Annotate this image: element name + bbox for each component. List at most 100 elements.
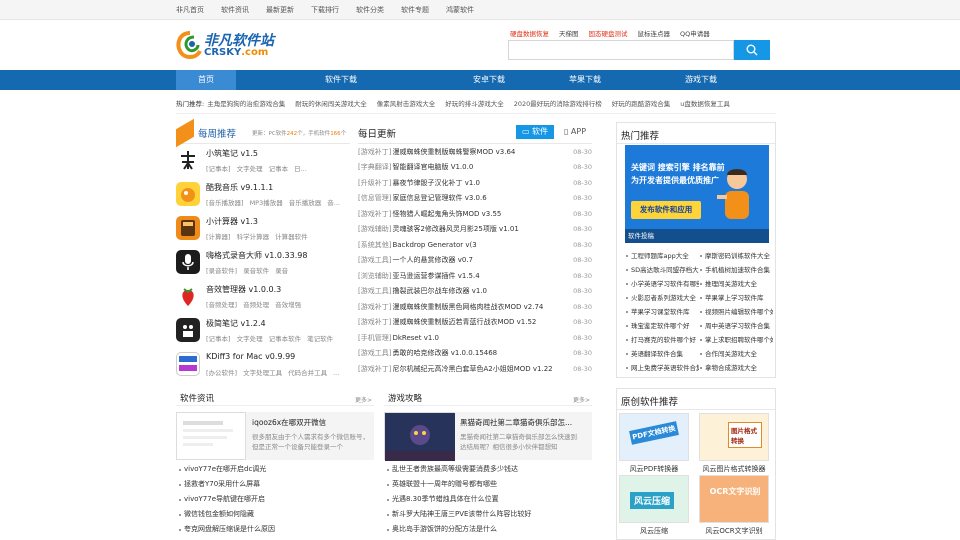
sidebar-link[interactable]: SD高达歌斗同盟存档大全 <box>625 263 699 277</box>
news-item[interactable]: vivoY77e导航键在哪开启 <box>176 492 374 507</box>
orig-card[interactable]: 图片格式转换 风云图片格式转换器 <box>699 413 769 474</box>
weekly-item-tags: [计算器] 科学计算器 计算器软件 <box>206 233 308 241</box>
daily-row[interactable]: [游戏工具] 撸裂武装巴尔战车修改器 v1.0 08-30 <box>358 284 592 300</box>
news-featured-title: iqooz6x在哪双开微信 <box>252 418 327 427</box>
daily-row[interactable]: [游戏辅助] 灵魂骇客2修改器风灵月影25项版 v1.01 08-30 <box>358 222 592 238</box>
sidebar-link[interactable]: 英语翻译软件合集 <box>625 347 699 361</box>
hot-link[interactable]: 主角是狗狗的治愈游戏合集 <box>207 98 285 108</box>
weekly-item[interactable]: 小筑笔记 v1.5 [记事本] 文字处理 记事本 日... <box>176 144 350 178</box>
guides-featured-desc: 黑猫奇闻社第二章猫奇俱乐部怎么快速到达结局呢？相信很多小伙伴都想知 <box>460 433 577 451</box>
hot-link[interactable]: u盘数据恢复工具 <box>680 98 730 108</box>
nav-home[interactable]: 首页 <box>176 70 236 90</box>
top-link-categories[interactable]: 软件分类 <box>356 5 384 15</box>
nav-software[interactable]: 软件下载 <box>306 70 376 90</box>
news-more-link[interactable]: 更多> <box>355 395 372 404</box>
hotlink-ssd-test[interactable]: 固态硬盘测试 <box>589 28 628 38</box>
sidebar-link[interactable]: 合作闯关游戏大全 <box>699 347 773 361</box>
site-logo[interactable]: 非凡软件站 CRSKY.com <box>176 27 276 63</box>
daily-row[interactable]: [游戏工具] 一个人的悬赏修改器 v0.7 08-30 <box>358 253 592 269</box>
guide-item[interactable]: 乱世王者贵族最高等级需要消费多少钱达 <box>384 462 592 477</box>
weekly-item[interactable]: 音效管理器 v1.0.0.3 [音频处理] 音频处理 音效增强 <box>176 280 350 314</box>
news-featured[interactable]: iqooz6x在哪双开微信 很多朋友由于个人需求有多个微信账号，但是正常一个设备… <box>176 412 374 460</box>
hot-link[interactable]: 好玩的排斗游戏大全 <box>445 98 504 108</box>
weekly-item[interactable]: 小计算器 v1.3 [计算器] 科学计算器 计算器软件 <box>176 212 350 246</box>
sidebar-link[interactable]: 周中英语学习软件合集 <box>699 319 773 333</box>
top-link-home[interactable]: 非凡首页 <box>176 5 204 15</box>
top-link-harmony[interactable]: 鸿蒙软件 <box>446 5 474 15</box>
promo-banner[interactable]: 关键词 搜索引擎 排名靠前 为开发者提供最优质推广 发布软件和应用 软件投稿 <box>625 145 769 243</box>
sidebar-link[interactable]: 视频照片编辑软件哪个好 <box>699 305 773 319</box>
orig-card-label: 风云PDF转换器 <box>629 465 679 473</box>
daily-row[interactable]: [手机管理] DkReset v1.0 08-30 <box>358 330 592 346</box>
sidebar-link[interactable]: 苹果掌上学习软件库 <box>699 291 773 305</box>
tab-software[interactable]: ▭ 软件 <box>516 125 554 139</box>
weekly-item[interactable]: KDiff3 for Mac v0.9.99 [办公软件] 文字处理工具 代码合并工… <box>176 348 350 382</box>
daily-row[interactable]: [游戏补丁] 漫威蜘蛛侠重制版迈若青蓝行战衣MOD v1.52 08-30 <box>358 315 592 331</box>
sidebar-link[interactable]: 拿物合成游戏大全 <box>699 361 773 375</box>
top-link-topics[interactable]: 软件专题 <box>401 5 429 15</box>
sidebar-link[interactable]: 网上免费学英语软件合集 <box>625 361 699 375</box>
sidebar-link[interactable]: 苹果学习课堂软件库 <box>625 305 699 319</box>
orig-card[interactable]: PDF文档转换 风云PDF转换器 <box>619 413 689 474</box>
sidebar-link[interactable]: 掌上求职招聘软件哪个好 <box>699 333 773 347</box>
top-link-news[interactable]: 软件资讯 <box>221 5 249 15</box>
hot-link[interactable]: 好玩的跑酷游戏合集 <box>612 98 671 108</box>
nav-android[interactable]: 安卓下载 <box>454 70 524 90</box>
guides-featured[interactable]: 黑猫奇闻社第二章猫奇俱乐部怎... 黑猫奇闻社第二章猫奇俱乐部怎么快速到达结局呢… <box>384 412 592 461</box>
sidebar-link[interactable]: 推理闯关游戏大全 <box>699 277 773 291</box>
search-button[interactable] <box>734 40 770 60</box>
daily-row[interactable]: [升级补丁] 暴夜节律骰子汉化补丁 v1.0 08-30 <box>358 175 592 191</box>
guide-item[interactable]: 英雄联盟十一周年的赠号都有哪些 <box>384 477 592 492</box>
daily-row[interactable]: [信息管理] 家庭信息登记管理软件 v3.0.6 08-30 <box>358 191 592 207</box>
hotlink-disk-recovery[interactable]: 硬盘数据恢复 <box>510 28 549 38</box>
orig-card[interactable]: 风云压缩 风云压缩 <box>619 475 689 536</box>
guide-item[interactable]: 光遇8.30季节蜡烛具体在什么位置 <box>384 492 592 507</box>
daily-row[interactable]: [游戏补丁] 怪物猎人崛起鬼角头饰MOD v3.55 08-30 <box>358 206 592 222</box>
daily-row[interactable]: [字典翻译] 智能翻译官电脑版 V1.0.0 08-30 <box>358 160 592 176</box>
hotlink-qq[interactable]: QQ申请器 <box>680 28 710 38</box>
sidebar-link[interactable]: 摩斯密码训练软件大全 <box>699 249 773 263</box>
orig-card[interactable]: OCR文字识别 风云OCR文字识别 <box>699 475 769 536</box>
sidebar-link[interactable]: 珠宝鉴定软件哪个好 <box>625 319 699 333</box>
weekly-item[interactable]: 酷我音乐 v9.1.1.1 [音乐播放器] MP3播放器 音乐播放器 音... <box>176 178 350 212</box>
daily-row-date: 08-30 <box>573 209 592 218</box>
daily-row-category: [游戏工具] <box>358 287 392 296</box>
news-item[interactable]: vivoY77e在哪开启dc调光 <box>176 462 374 477</box>
news-item[interactable]: 微信钱包金额如何隐藏 <box>176 507 374 522</box>
daily-row-date: 08-30 <box>573 287 592 296</box>
sidebar-hot-title: 热门推荐 <box>617 123 775 144</box>
search-input[interactable] <box>508 40 734 60</box>
sidebar-link[interactable]: 打马赛克的软件哪个好 <box>625 333 699 347</box>
nav-apple[interactable]: 苹果下载 <box>550 70 620 90</box>
nav-games[interactable]: 游戏下载 <box>666 70 736 90</box>
daily-row[interactable]: [系统其他] Backdrop Generator v(3 08-30 <box>358 237 592 253</box>
news-item[interactable]: 夸克网盘解压缩误是什么原因 <box>176 522 374 537</box>
daily-row[interactable]: [游戏补丁] 漫威蜘蛛侠重制版蜘蛛警察MOD v3.64 08-30 <box>358 144 592 160</box>
guide-item[interactable]: 新斗罗大陆神王唐三PVE该带什么阵容比较好 <box>384 507 592 522</box>
guide-item[interactable]: 奥比岛手游饭饼的分配方法是什么 <box>384 522 592 537</box>
hotlink-ladder[interactable]: 天梯图 <box>559 28 579 38</box>
guides-header: 游戏攻略 更多> <box>384 390 592 406</box>
daily-row[interactable]: [游戏补丁] 漫威蜘蛛侠重制版黑色网格肉桂战衣MOD v2.74 08-30 <box>358 299 592 315</box>
hotlink-autoclicker[interactable]: 鼠标连点器 <box>638 28 671 38</box>
sidebar-link[interactable]: 手机植树加速软件合集 <box>699 263 773 277</box>
news-item[interactable]: 拯救者Y70采用什么屏幕 <box>176 477 374 492</box>
tab-app[interactable]: ▯ APP <box>558 125 592 139</box>
guides-more-link[interactable]: 更多> <box>573 395 590 404</box>
sidebar-link[interactable]: 火影忍者系列游戏大全 <box>625 291 699 305</box>
hot-link[interactable]: 像素风射击游戏大全 <box>377 98 436 108</box>
compress-image: 风云压缩 <box>619 475 689 523</box>
daily-row[interactable]: [游戏工具] 勇敢的哈克修改器 v1.0.0.15468 08-30 <box>358 346 592 362</box>
weekly-item[interactable]: 极简笔记 v1.2.4 [记事本] 文字处理 记事本软件 笔记软件 <box>176 314 350 348</box>
weekly-item-name: KDiff3 for Mac v0.9.99 <box>206 352 296 361</box>
top-link-ranking[interactable]: 下载排行 <box>311 5 339 15</box>
banner-publish-button[interactable]: 发布软件和应用 <box>631 201 701 219</box>
hot-link[interactable]: 耐玩的休闲闯关游戏大全 <box>295 98 367 108</box>
top-link-latest[interactable]: 最新更新 <box>266 5 294 15</box>
weekly-item[interactable]: 嗨格式录音大师 v1.0.33.98 [录音软件] 录音软件 录音 <box>176 246 350 280</box>
daily-row[interactable]: [游戏补丁] 尼尔机械纪元高冷黑白套草色A2小姐姐MOD v1.22 08-30 <box>358 361 592 377</box>
daily-row[interactable]: [浏览辅助] 亚马逊运营参谋插件 v1.5.4 08-30 <box>358 268 592 284</box>
hot-link[interactable]: 2020最好玩的消除游戏排行榜 <box>514 98 602 108</box>
sidebar-link[interactable]: 工程师题库app大全 <box>625 249 699 263</box>
sidebar-link[interactable]: 小学英语学习软件有哪些 <box>625 277 699 291</box>
